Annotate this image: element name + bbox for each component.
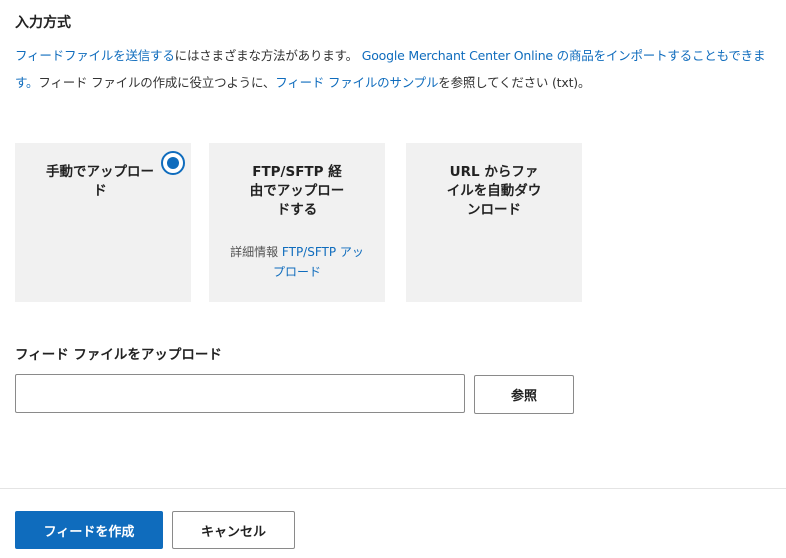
feed-file-path-input[interactable]	[15, 374, 465, 413]
upload-feed-file-label: フィード ファイルをアップロード	[15, 347, 222, 363]
method-card-manual-upload[interactable]: 手動でアップロード	[15, 143, 191, 302]
ftp-upload-detail-link[interactable]: FTP/SFTP アップロード	[273, 245, 364, 279]
input-method-description: フィードファイルを送信するにはさまざまな方法があります。 Google Merc…	[15, 42, 777, 96]
ftp-detail-text: 詳細情報 FTP/SFTP アップロード	[209, 242, 385, 282]
ftp-detail-prefix: 詳細情報	[230, 245, 279, 259]
radio-selected-icon[interactable]	[161, 151, 185, 175]
description-text-1: にはさまざまな方法があります。	[174, 48, 358, 63]
method-card-ftp-upload[interactable]: FTP/SFTP 経由でアップロードする 詳細情報 FTP/SFTP アップロー…	[209, 143, 385, 302]
send-feed-file-link[interactable]: フィードファイルを送信する	[15, 48, 175, 63]
method-card-label: FTP/SFTP 経由でアップロードする	[249, 164, 345, 218]
browse-button[interactable]: 参照	[474, 375, 574, 414]
cancel-button[interactable]: キャンセル	[172, 511, 295, 549]
description-text-2: フィード ファイルの作成に役立つように、	[38, 75, 276, 90]
feed-file-sample-link[interactable]: フィード ファイルのサンプル	[275, 75, 438, 90]
create-feed-panel: 入力方式 フィードファイルを送信するにはさまざまな方法があります。 Google…	[0, 0, 786, 558]
description-text-3: を参照してください (txt)。	[438, 75, 591, 90]
method-card-label: URL からファイルを自動ダウンロード	[446, 164, 542, 218]
footer-divider	[0, 488, 786, 489]
input-method-title: 入力方式	[15, 15, 71, 31]
create-feed-button[interactable]: フィードを作成	[15, 511, 163, 549]
method-card-url-download[interactable]: URL からファイルを自動ダウンロード	[406, 143, 582, 302]
